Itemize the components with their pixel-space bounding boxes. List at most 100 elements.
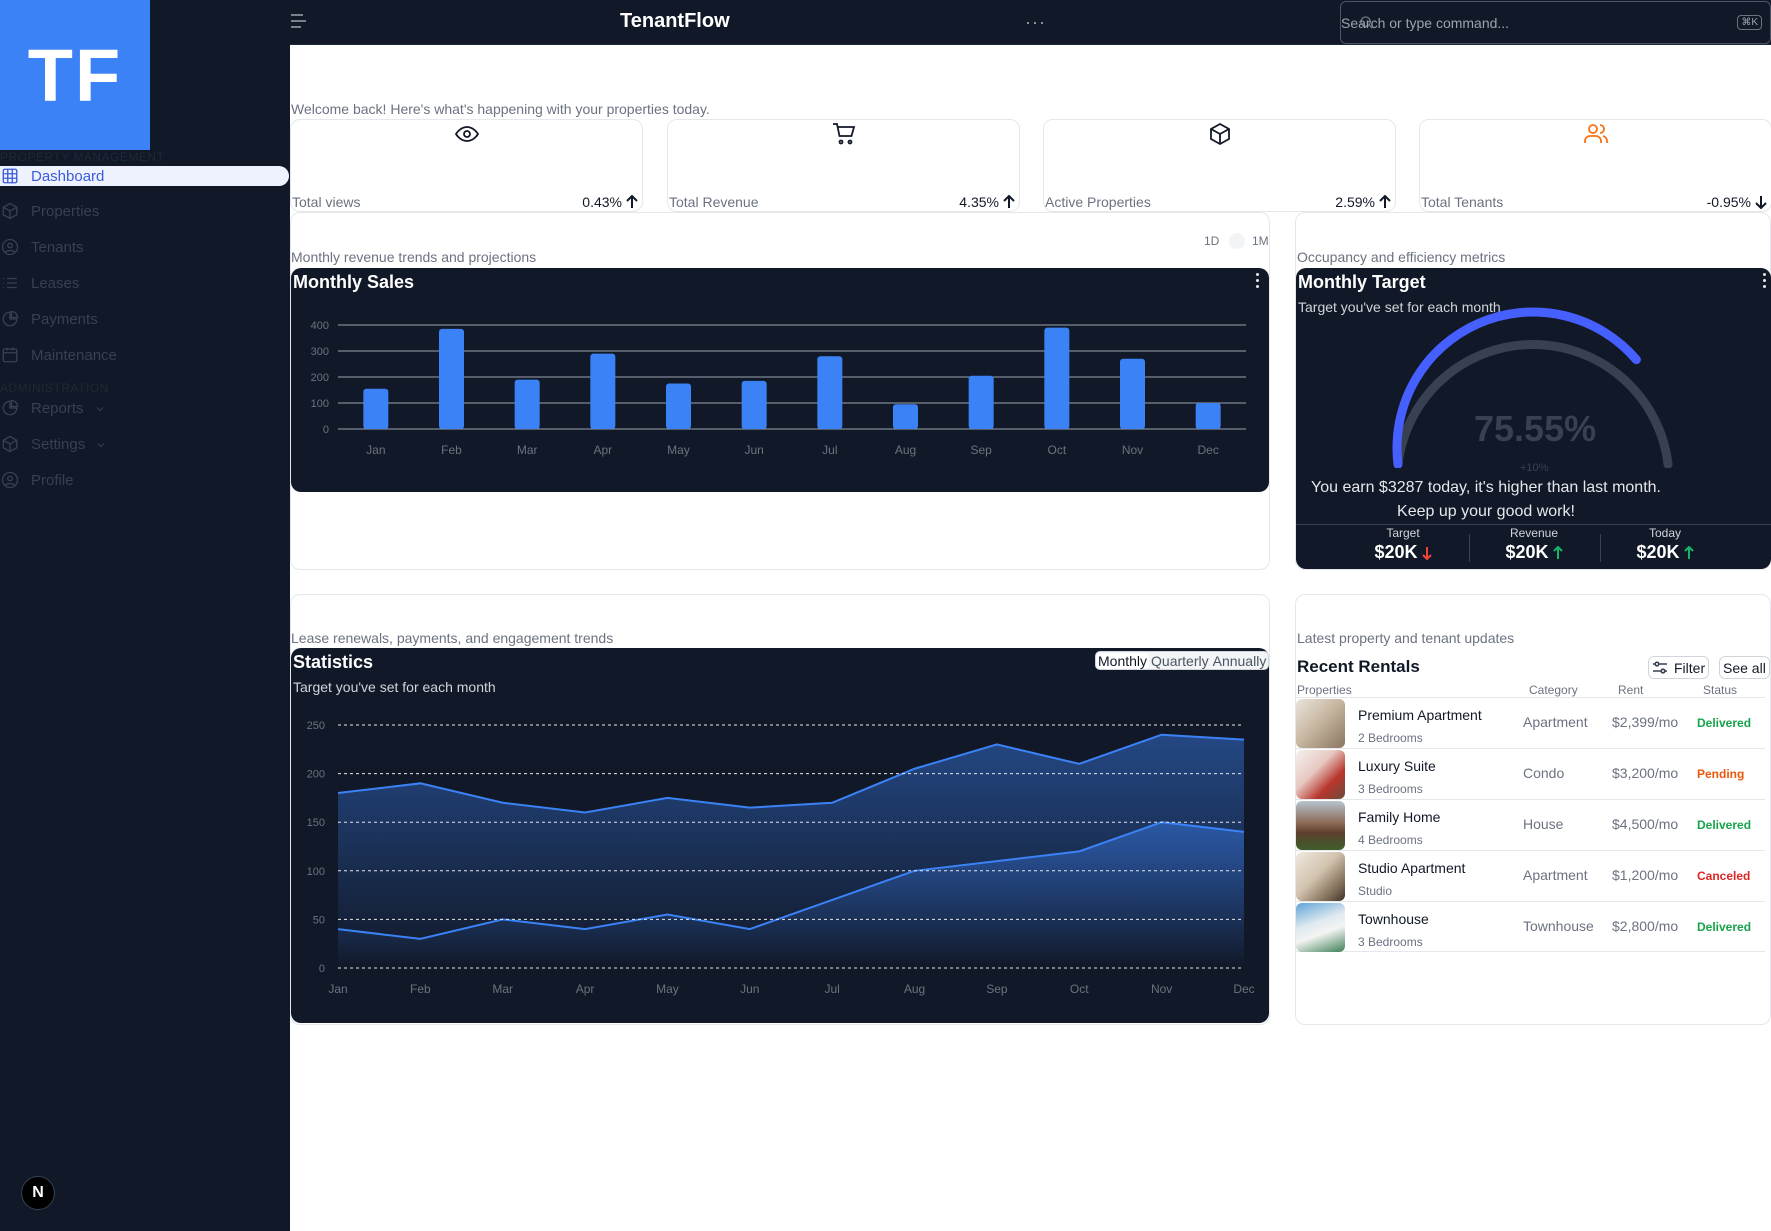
table-row[interactable]: Premium Apartment 2 Bedrooms Apartment $…	[1295, 697, 1765, 748]
sidebar-item-label: Properties	[31, 202, 100, 220]
user-circle-icon	[1, 471, 19, 489]
x-tick-label: Aug	[904, 982, 925, 996]
stat-label: Total Tenants	[1421, 194, 1504, 210]
table-row[interactable]: Luxury Suite 3 Bedrooms Condo $3,200/mo …	[1295, 748, 1765, 799]
stat-value: -0.95%	[1707, 194, 1767, 210]
table-row[interactable]: Townhouse 3 Bedrooms Townhouse $2,800/mo…	[1295, 901, 1765, 952]
property-thumbnail	[1296, 801, 1345, 850]
chevron-down-icon[interactable]	[94, 402, 106, 414]
earn-line-2: Keep up your good work!	[1397, 503, 1575, 520]
x-tick-label: Nov	[1122, 443, 1143, 457]
tab-monthly[interactable]: Monthly	[1096, 652, 1150, 669]
range-toggle[interactable]	[1229, 233, 1245, 249]
target-col-today: Today $20K	[1600, 526, 1730, 563]
property-category: House	[1523, 816, 1564, 832]
pie-chart-icon	[1, 399, 19, 417]
sidebar-item-tenants[interactable]: Tenants	[0, 237, 289, 257]
sidebar-item-dashboard[interactable]: Dashboard	[0, 166, 289, 186]
y-tick-label: 300	[311, 346, 329, 358]
chevron-down-icon[interactable]	[95, 438, 107, 450]
property-rent: $2,800/mo	[1612, 918, 1679, 934]
bar	[1044, 327, 1070, 429]
shortcut-hint: ⌘K	[1737, 15, 1762, 30]
sidebar-item-label: Payments	[31, 310, 98, 328]
bar	[666, 383, 691, 429]
y-tick-label: 200	[311, 372, 329, 384]
x-tick-label: Mar	[492, 982, 513, 996]
tab-annually[interactable]: Annually	[1211, 653, 1269, 669]
property-category: Condo	[1523, 765, 1565, 781]
sidebar-item-profile[interactable]: Profile	[0, 470, 289, 490]
property-rent: $1,200/mo	[1612, 867, 1679, 883]
status-badge: Delivered	[1697, 818, 1752, 832]
stat-value: 0.43%	[582, 194, 638, 210]
x-tick-label: May	[656, 982, 679, 996]
x-tick-label: Aug	[895, 443, 916, 457]
seg-1d[interactable]: 1D	[1204, 234, 1219, 248]
rentals-subtitle: Latest property and tenant updates	[1297, 630, 1515, 646]
seg-1m[interactable]: 1M	[1252, 234, 1269, 248]
sidebar-item-label: Leases	[31, 274, 80, 292]
arrow-up-icon	[1683, 545, 1694, 559]
sidebar-item-maintenance[interactable]: Maintenance	[0, 345, 289, 365]
menu-icon[interactable]	[290, 13, 308, 29]
x-tick-label: Nov	[1151, 982, 1172, 996]
arrow-up-icon	[626, 195, 638, 208]
table-row[interactable]: Studio Apartment Studio Apartment $1,200…	[1295, 850, 1765, 901]
see-all-button[interactable]: See all	[1719, 656, 1770, 679]
property-category: Townhouse	[1523, 918, 1594, 934]
property-name: Family Home	[1358, 809, 1441, 825]
sidebar-item-properties[interactable]: Properties	[0, 201, 289, 221]
statistics-subtitle: Lease renewals, payments, and engagement…	[291, 630, 614, 646]
box-icon	[1, 435, 19, 453]
grid-icon	[1, 167, 19, 185]
status-badge: Pending	[1697, 767, 1745, 781]
y-tick-label: 50	[313, 914, 325, 926]
target-col-target: Target $20K	[1338, 526, 1468, 563]
property-name: Studio Apartment	[1358, 860, 1466, 876]
users-icon	[1583, 122, 1608, 146]
dev-badge[interactable]: N	[21, 1176, 55, 1210]
x-tick-label: Jan	[366, 443, 385, 457]
table-row[interactable]: Family Home 4 Bedrooms House $4,500/mo D…	[1295, 799, 1765, 850]
x-tick-label: Jul	[822, 443, 837, 457]
bar	[893, 404, 918, 429]
earn-line-1: You earn $3287 today, it's higher than l…	[1311, 479, 1661, 496]
list-icon	[1, 274, 19, 292]
more-icon[interactable]: ···	[1025, 12, 1046, 33]
tab-quarterly[interactable]: Quarterly	[1149, 653, 1211, 669]
earn-message: You earn $3287 today, it's higher than l…	[1296, 476, 1676, 524]
sidebar-item-leases[interactable]: Leases	[0, 273, 289, 293]
area-chart: 0 50 100 150 200 250 Jan Feb Mar Apr May Jun Jul Aug S…	[307, 720, 1255, 996]
col-header-properties: Properties	[1297, 683, 1352, 697]
col-label: Revenue	[1509, 526, 1559, 540]
stat-label: Total views	[292, 194, 361, 210]
property-sub: 4 Bedrooms	[1358, 833, 1423, 847]
box-icon	[1208, 122, 1232, 146]
y-tick-label: 150	[307, 817, 325, 829]
arrow-down-icon	[1755, 196, 1767, 209]
property-sub: 3 Bedrooms	[1358, 935, 1423, 949]
x-tick-label: Mar	[517, 443, 538, 457]
property-sub: Studio	[1358, 884, 1393, 898]
stat-card-views: Total views 0.43%	[290, 119, 643, 212]
arrow-up-icon	[1003, 195, 1015, 208]
topbar: TenantFlow ··· Search or type command...…	[290, 0, 1771, 45]
stat-card-revenue: Total Revenue 4.35%	[667, 119, 1020, 212]
logo[interactable]: TF	[0, 0, 150, 150]
y-tick-label: 200	[307, 769, 325, 781]
eye-icon	[454, 122, 479, 146]
stat-card-properties: Active Properties 2.59%	[1043, 119, 1396, 212]
stat-label: Total Revenue	[669, 194, 759, 210]
sidebar-item-settings[interactable]: Settings	[0, 434, 289, 454]
bar	[968, 375, 994, 429]
sales-subtitle: Monthly revenue trends and projections	[291, 249, 537, 265]
pie-chart-icon	[1, 310, 19, 328]
filter-button[interactable]: Filter	[1648, 656, 1710, 679]
sidebar-item-payments[interactable]: Payments	[0, 309, 289, 329]
status-badge: Canceled	[1697, 869, 1751, 883]
sidebar-item-reports[interactable]: Reports	[0, 398, 289, 418]
x-tick-label: Dec	[1233, 982, 1254, 996]
sidebar: TF PROPERTY MANAGEMENT Dashboard Propert…	[0, 0, 290, 1231]
search-input[interactable]: Search or type command... ⌘K	[1340, 1, 1771, 44]
